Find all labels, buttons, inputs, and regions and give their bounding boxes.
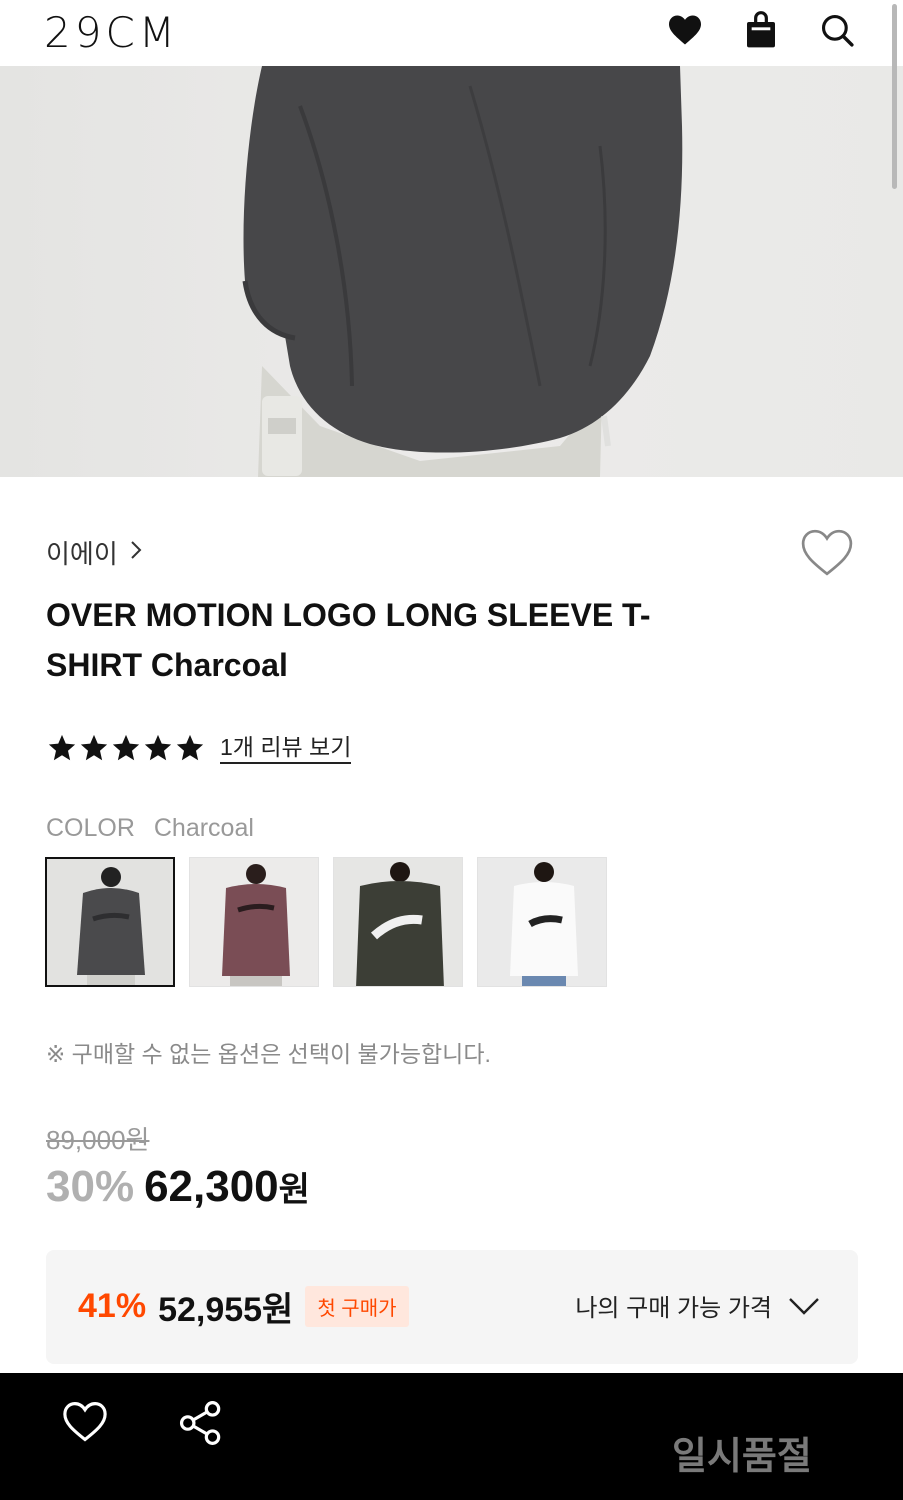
color-swatch-khaki[interactable] bbox=[333, 857, 463, 987]
star-icon bbox=[176, 734, 204, 761]
review-link[interactable]: 1개 리뷰 보기 bbox=[220, 732, 352, 764]
bottom-action-bar: 일시품절 bbox=[0, 1373, 903, 1500]
shopping-bag-icon[interactable] bbox=[741, 10, 781, 50]
search-icon[interactable] bbox=[817, 10, 857, 50]
sale-price: 62,300 bbox=[144, 1162, 279, 1211]
my-price-label: 나의 구매 가능 가격 bbox=[575, 1295, 772, 1322]
currency-unit: 원 bbox=[278, 1171, 310, 1209]
color-label: COLOR bbox=[46, 814, 135, 842]
original-price: 89,000원 bbox=[46, 1125, 150, 1155]
option-notice: ※ 구매할 수 없는 옵션은 선택이 불가능합니다. bbox=[46, 1041, 491, 1067]
product-title: OVER MOTION LOGO LONG SLEEVE T-SHIRT Cha… bbox=[46, 597, 651, 683]
share-icon[interactable] bbox=[178, 1400, 224, 1446]
color-swatch-charcoal[interactable] bbox=[45, 857, 175, 987]
rating: 1개 리뷰 보기 bbox=[46, 732, 352, 764]
heart-icon[interactable] bbox=[665, 10, 705, 50]
star-icon bbox=[144, 734, 172, 761]
sale-price-row: 30% 62,300 원 bbox=[46, 1162, 310, 1212]
soldout-button[interactable]: 일시품절 bbox=[672, 1425, 812, 1480]
color-value: Charcoal bbox=[153, 814, 254, 842]
color-swatch-white[interactable] bbox=[477, 857, 607, 987]
star-icon bbox=[80, 734, 108, 761]
my-price-box[interactable]: 41% 52,955원 첫 구매가 나의 구매 가능 가격 bbox=[46, 1250, 858, 1364]
product-image[interactable] bbox=[0, 66, 903, 477]
star-icon bbox=[48, 734, 76, 761]
top-header: 29CM bbox=[0, 0, 903, 66]
coupon-discount: 41% bbox=[78, 1287, 147, 1325]
coupon-price-info: 41% 52,955원 첫 구매가 bbox=[78, 1282, 409, 1331]
star-icon bbox=[112, 734, 140, 761]
logo[interactable]: 29CM bbox=[44, 8, 179, 57]
chevron-right-icon bbox=[130, 539, 142, 567]
like-button[interactable] bbox=[800, 528, 854, 580]
color-swatch-burgundy[interactable] bbox=[189, 857, 319, 987]
first-purchase-badge: 첫 구매가 bbox=[305, 1286, 409, 1327]
heart-outline-icon bbox=[801, 529, 853, 576]
color-swatches bbox=[45, 857, 607, 987]
brand-link[interactable]: 이에이 bbox=[46, 534, 142, 571]
discount-rate: 30% bbox=[46, 1162, 135, 1211]
scrollbar[interactable] bbox=[892, 4, 897, 189]
heart-outline-icon[interactable] bbox=[62, 1401, 108, 1445]
coupon-price: 52,955원 bbox=[158, 1291, 294, 1329]
brand-name: 이에이 bbox=[46, 539, 118, 569]
chevron-down-icon bbox=[789, 1297, 819, 1315]
color-option-label: COLOR Charcoal bbox=[46, 814, 254, 843]
my-price-toggle[interactable]: 나의 구매 가능 가격 bbox=[575, 1288, 820, 1323]
